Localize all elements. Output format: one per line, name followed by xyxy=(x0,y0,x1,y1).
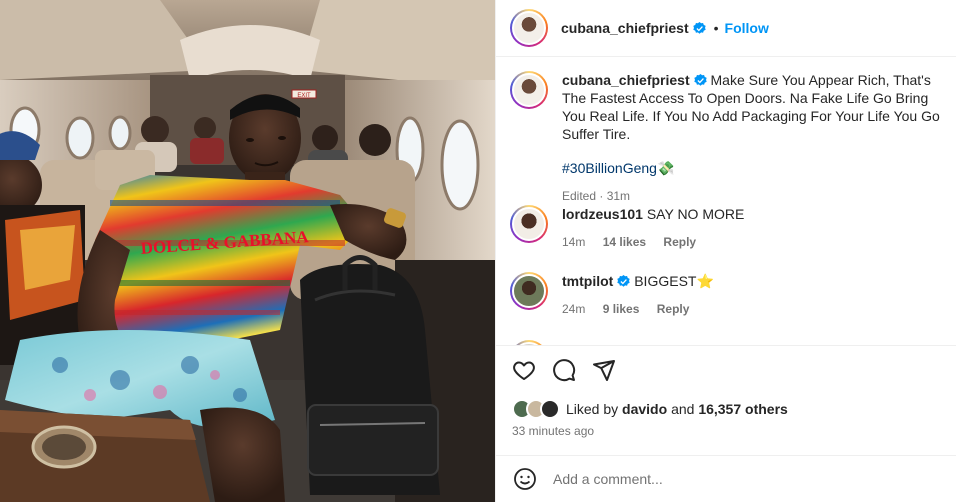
jet-interior-photo: EXIT DOLCE & GABBANA xyxy=(0,0,495,502)
comment-icon[interactable] xyxy=(552,358,576,382)
separator-dot: • xyxy=(713,20,719,36)
comment-time: 24m xyxy=(562,302,586,316)
add-comment-bar xyxy=(496,455,956,502)
section-divider xyxy=(496,345,956,346)
author-avatar[interactable] xyxy=(510,9,548,47)
caption-avatar[interactable] xyxy=(510,71,548,109)
commenter-avatar[interactable] xyxy=(510,272,548,310)
reply-button[interactable]: Reply xyxy=(657,302,690,316)
action-bar xyxy=(512,358,616,382)
comment-text: SAY NO MORE xyxy=(646,206,745,222)
comments-section[interactable]: cubana_chiefpriest Make Sure You Appear … xyxy=(496,57,956,345)
money-emoji: 💸 xyxy=(656,160,675,176)
likes-summary[interactable]: Liked by davido and 16,357 others xyxy=(512,399,788,419)
comment-username[interactable]: lordzeus101 xyxy=(562,206,643,222)
comment-likes[interactable]: 9 likes xyxy=(603,302,640,316)
post-header: cubana_chiefpriest • Follow xyxy=(496,0,956,57)
comment-input[interactable] xyxy=(553,471,913,487)
exit-sign-text: EXIT xyxy=(297,93,311,99)
share-icon[interactable] xyxy=(592,358,616,382)
liker-avatars xyxy=(512,399,560,419)
post-caption: cubana_chiefpriest Make Sure You Appear … xyxy=(510,71,950,205)
liked-by-user[interactable]: davido xyxy=(622,401,667,417)
comment-username[interactable]: tmtpilot xyxy=(562,273,613,289)
follow-button[interactable]: Follow xyxy=(725,20,769,36)
verified-badge-icon xyxy=(693,74,707,86)
comment-item: tmtpilot BIGGEST⭐ 24m 9 likes Reply xyxy=(510,272,950,318)
verified-badge-icon xyxy=(617,275,631,287)
heart-icon[interactable] xyxy=(512,358,536,382)
emoji-icon[interactable] xyxy=(513,467,537,491)
star-emoji: ⭐ xyxy=(696,273,714,289)
comment-text: BIGGEST xyxy=(634,273,697,289)
author-username[interactable]: cubana_chiefpriest xyxy=(561,20,689,36)
reply-button[interactable]: Reply xyxy=(663,235,696,249)
commenter-avatar[interactable] xyxy=(510,205,548,243)
hashtag-link[interactable]: #30BillionGeng xyxy=(562,160,657,176)
verified-badge-icon xyxy=(692,21,706,34)
caption-username[interactable]: cubana_chiefpriest xyxy=(562,72,690,88)
likes-count[interactable]: 16,357 others xyxy=(698,401,788,417)
post-photo[interactable]: EXIT DOLCE & GABBANA xyxy=(0,0,495,502)
post-detail-panel: cubana_chiefpriest • Follow cubana_chief… xyxy=(495,0,956,502)
caption-meta: Edited · 31m xyxy=(562,189,631,203)
liked-by-prefix: Liked by xyxy=(566,401,619,417)
comment-item: lordzeus101 SAY NO MORE 14m 14 likes Rep… xyxy=(510,205,950,251)
liked-by-middle: and xyxy=(671,401,695,417)
comment-time: 14m xyxy=(562,235,586,249)
post-timestamp[interactable]: 33 minutes ago xyxy=(512,424,594,438)
comment-likes[interactable]: 14 likes xyxy=(603,235,646,249)
